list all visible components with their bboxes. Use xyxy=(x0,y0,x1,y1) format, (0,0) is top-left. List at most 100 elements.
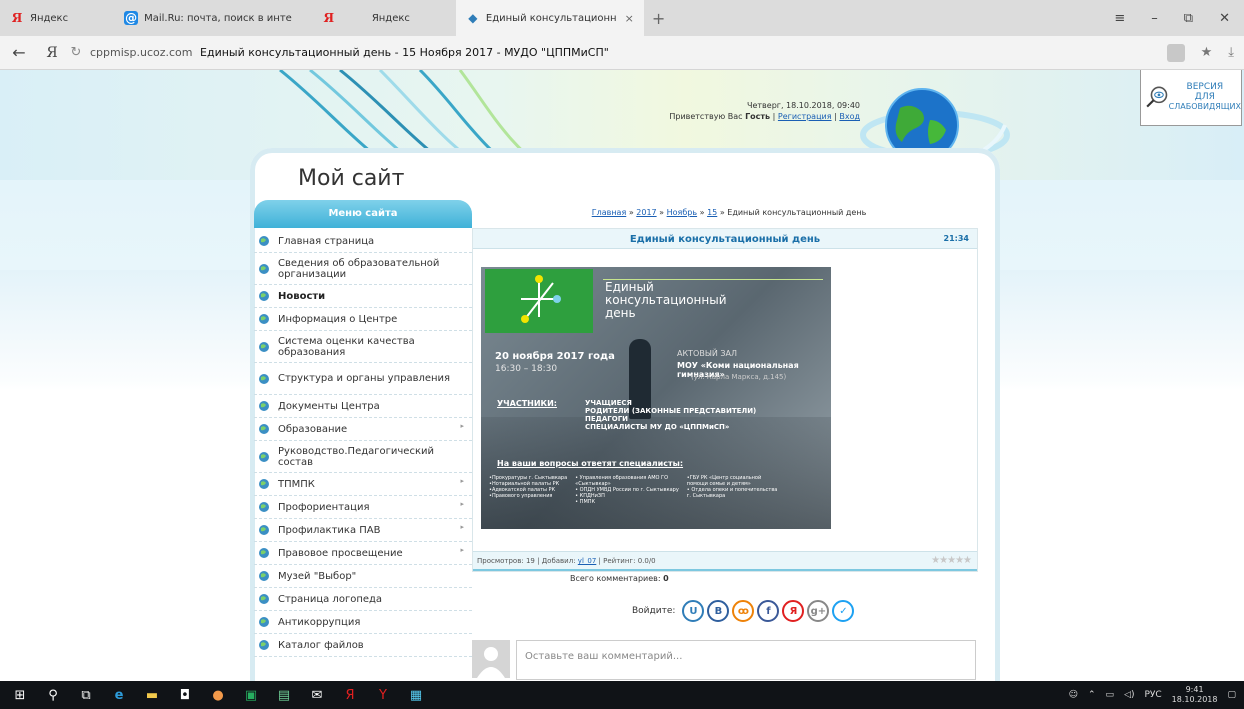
menu-item[interactable]: Информация о Центре xyxy=(254,308,472,331)
menu-item-label: Профориентация xyxy=(278,501,370,513)
vision-impaired-button[interactable]: ВЕРСИЯ ДЛЯ СЛАБОВИДЯЩИХ xyxy=(1140,70,1242,126)
poster-orgs: •Прокуратуры г. Сыктывкара •Нотариальной … xyxy=(489,475,777,505)
ucoz-login-icon[interactable]: U xyxy=(682,600,705,622)
rating-value: 0.0/0 xyxy=(637,557,656,565)
notifications-icon[interactable]: ▢ xyxy=(1227,690,1236,700)
edge-icon[interactable]: e xyxy=(106,685,132,705)
windows-start-icon[interactable]: ⊞ xyxy=(7,685,33,705)
network-icon[interactable]: ▭ xyxy=(1106,690,1115,700)
bookmark-star-icon[interactable]: ★ xyxy=(1201,45,1213,60)
menu-item[interactable]: Страница логопеда xyxy=(254,588,472,611)
globe-bullet-icon xyxy=(259,263,269,274)
globe-bullet-icon xyxy=(259,479,269,489)
store-icon[interactable]: ◘ xyxy=(172,685,198,705)
url-field[interactable]: cppmisp.ucoz.com Единый консультационный… xyxy=(90,46,613,59)
clock-time: 9:41 xyxy=(1185,685,1204,694)
comments-count: Всего комментариев: 0 xyxy=(570,574,669,583)
org-line: •Правового управления xyxy=(489,493,553,499)
menu-item[interactable]: Документы Центра xyxy=(254,395,472,418)
new-tab-button[interactable]: + xyxy=(652,9,665,28)
comment-input[interactable]: Оставьте ваш комментарий... xyxy=(516,640,976,680)
rating-stars[interactable]: ★★★★★ xyxy=(931,555,972,566)
menu-item-label: Главная страница xyxy=(278,235,375,247)
yandex-login-icon[interactable]: Я xyxy=(782,600,805,622)
avatar xyxy=(472,640,510,678)
back-arrow-icon[interactable]: ← xyxy=(0,43,38,62)
vision-label: ВЕРСИЯ ДЛЯ СЛАБОВИДЯЩИХ xyxy=(1169,82,1241,112)
breadcrumb-month[interactable]: Ноябрь xyxy=(667,208,697,217)
facebook-login-icon[interactable]: f xyxy=(757,600,780,622)
menu-item[interactable]: Антикоррупция xyxy=(254,611,472,634)
photos-icon[interactable]: ▣ xyxy=(238,685,264,705)
author-link[interactable]: yl_07 xyxy=(578,557,597,565)
menu-item[interactable]: Музей "Выбор" xyxy=(254,565,472,588)
twitter-login-icon[interactable]: ✓ xyxy=(832,600,855,622)
menu-item-label: Правовое просвещение xyxy=(278,547,403,559)
browser-menu-icon[interactable]: ≡ xyxy=(1114,11,1125,26)
article-title: Единый консультационный день xyxy=(629,234,821,245)
url-domain: cppmisp.ucoz.com xyxy=(90,46,193,59)
register-link[interactable]: Регистрация xyxy=(778,112,832,121)
close-tab-icon[interactable]: × xyxy=(625,12,634,25)
social-login-row: Войдите: U Bꝏ f Яg+ ✓ xyxy=(632,600,855,622)
menu-item[interactable]: Структура и органы управления xyxy=(254,363,472,395)
yandex-browser-icon[interactable]: Я xyxy=(337,685,363,705)
download-icon[interactable]: ⤓ xyxy=(1228,45,1234,60)
menu-item[interactable]: Правовое просвещение ▸ xyxy=(254,542,472,565)
menu-item-label: ТПМПК xyxy=(278,478,315,490)
tray-expand-icon[interactable]: ⌃ xyxy=(1088,690,1096,700)
yandex-y-icon[interactable]: Y xyxy=(370,685,396,705)
menu-item[interactable]: Профилактика ПАВ ▸ xyxy=(254,519,472,542)
volume-icon[interactable]: ◁) xyxy=(1124,690,1134,700)
magnifier-eye-icon xyxy=(1146,86,1168,108)
reload-icon[interactable]: ↻ xyxy=(66,45,86,60)
file-explorer-icon[interactable]: ▬ xyxy=(139,685,165,705)
org-line: • ПМПК xyxy=(575,499,596,505)
submenu-arrow-icon: ▸ xyxy=(460,422,464,430)
menu-item[interactable]: Каталог файлов xyxy=(254,634,472,657)
tab-mailru[interactable]: @ Mail.Ru: почта, поиск в инте xyxy=(114,0,302,36)
breadcrumb-home[interactable]: Главная xyxy=(592,208,627,217)
people-icon[interactable]: ☺ xyxy=(1069,690,1078,700)
search-icon[interactable]: ⚲ xyxy=(40,685,66,705)
poster-address: (ул. Карла Маркса, д.145) xyxy=(691,373,787,381)
close-window-icon[interactable]: ✕ xyxy=(1219,11,1230,26)
task-view-icon[interactable]: ⧉ xyxy=(73,685,99,705)
menu-item[interactable]: Профориентация ▸ xyxy=(254,496,472,519)
tab-yandex-2[interactable]: Я Яндекс xyxy=(312,0,420,36)
tab-label: Яндекс xyxy=(30,12,69,24)
vk-login-icon[interactable]: B xyxy=(707,600,730,622)
comment-form: Оставьте ваш комментарий... xyxy=(472,640,978,681)
globe-bullet-icon xyxy=(259,373,269,384)
notes-icon[interactable]: ▤ xyxy=(271,685,297,705)
ok-login-icon[interactable]: ꝏ xyxy=(732,600,755,622)
menu-item[interactable]: Новости xyxy=(254,285,472,308)
googleplus-login-icon[interactable]: g+ xyxy=(807,600,830,622)
login-link[interactable]: Вход xyxy=(839,112,860,121)
clock[interactable]: 9:41 18.10.2018 xyxy=(1172,685,1218,705)
breadcrumb-sep: » xyxy=(699,208,705,217)
word-icon[interactable]: ▦ xyxy=(403,685,429,705)
user-silhouette-icon xyxy=(477,647,505,678)
added-label: Добавил: xyxy=(541,557,576,565)
minimize-icon[interactable]: – xyxy=(1151,11,1158,26)
menu-item[interactable]: Система оценки качества образования xyxy=(254,331,472,363)
firefox-icon[interactable]: ● xyxy=(205,685,231,705)
menu-item[interactable]: Сведения об образовательной организации xyxy=(254,253,472,285)
menu-item[interactable]: Руководство.Педагогический состав xyxy=(254,441,472,473)
menu-item[interactable]: Главная страница xyxy=(254,230,472,253)
mailru-icon: @ xyxy=(124,11,139,25)
menu-item[interactable]: Образование ▸ xyxy=(254,418,472,441)
language-indicator[interactable]: РУС xyxy=(1144,690,1161,700)
tab-active-site[interactable]: ◆ Единый консультационн × xyxy=(455,0,644,36)
protect-icon[interactable] xyxy=(1166,43,1185,62)
poster-hall: АКТОВЫЙ ЗАЛ xyxy=(677,349,738,358)
breadcrumb-day[interactable]: 15 xyxy=(707,208,717,217)
tab-yandex-1[interactable]: Я Яндекс xyxy=(0,0,78,36)
mail-icon[interactable]: ✉ xyxy=(304,685,330,705)
restore-icon[interactable]: ⧉ xyxy=(1184,11,1193,26)
comments-total-label: Всего комментариев: xyxy=(570,574,661,583)
yandex-button[interactable]: Я xyxy=(38,45,66,61)
menu-item[interactable]: ТПМПК ▸ xyxy=(254,473,472,496)
breadcrumb-year[interactable]: 2017 xyxy=(636,208,656,217)
